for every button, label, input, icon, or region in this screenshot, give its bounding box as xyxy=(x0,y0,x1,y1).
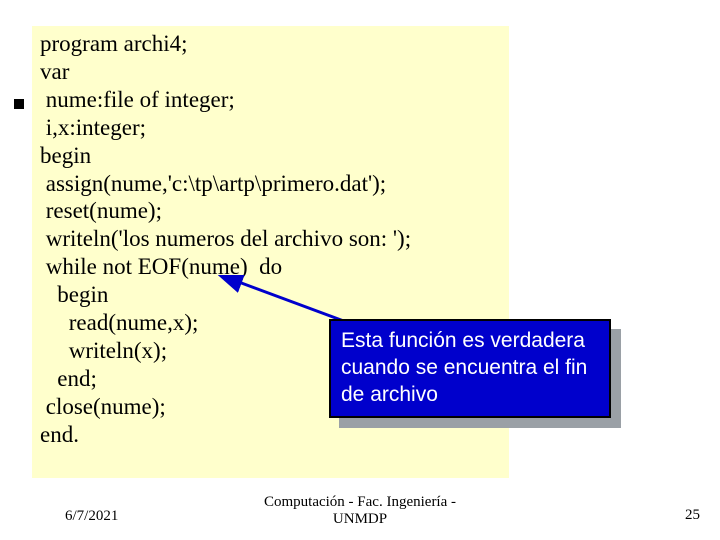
callout-text: de archivo xyxy=(341,381,599,408)
bullet-marker xyxy=(14,99,24,109)
code-line: while not EOF(nume) do xyxy=(40,253,501,281)
callout-text: cuando se encuentra el fin xyxy=(341,354,599,381)
footer-page-number: 25 xyxy=(685,507,700,524)
code-line: var xyxy=(40,58,501,86)
code-line: assign(nume,'c:\tp\artp\primero.dat'); xyxy=(40,170,501,198)
code-line: i,x:integer; xyxy=(40,114,501,142)
code-line: nume:file of integer; xyxy=(40,86,501,114)
code-line: writeln('los numeros del archivo son: ')… xyxy=(40,225,501,253)
code-line: begin xyxy=(40,142,501,170)
footer-center: Computación - Fac. Ingeniería - UNMDP xyxy=(0,494,720,528)
code-line: reset(nume); xyxy=(40,197,501,225)
callout-box: Esta función es verdadera cuando se encu… xyxy=(329,319,611,418)
footer-line: UNMDP xyxy=(0,511,720,528)
code-line: program archi4; xyxy=(40,30,501,58)
code-line: begin xyxy=(40,281,501,309)
callout-text: Esta función es verdadera xyxy=(341,327,599,354)
footer-line: Computación - Fac. Ingeniería - xyxy=(0,494,720,511)
